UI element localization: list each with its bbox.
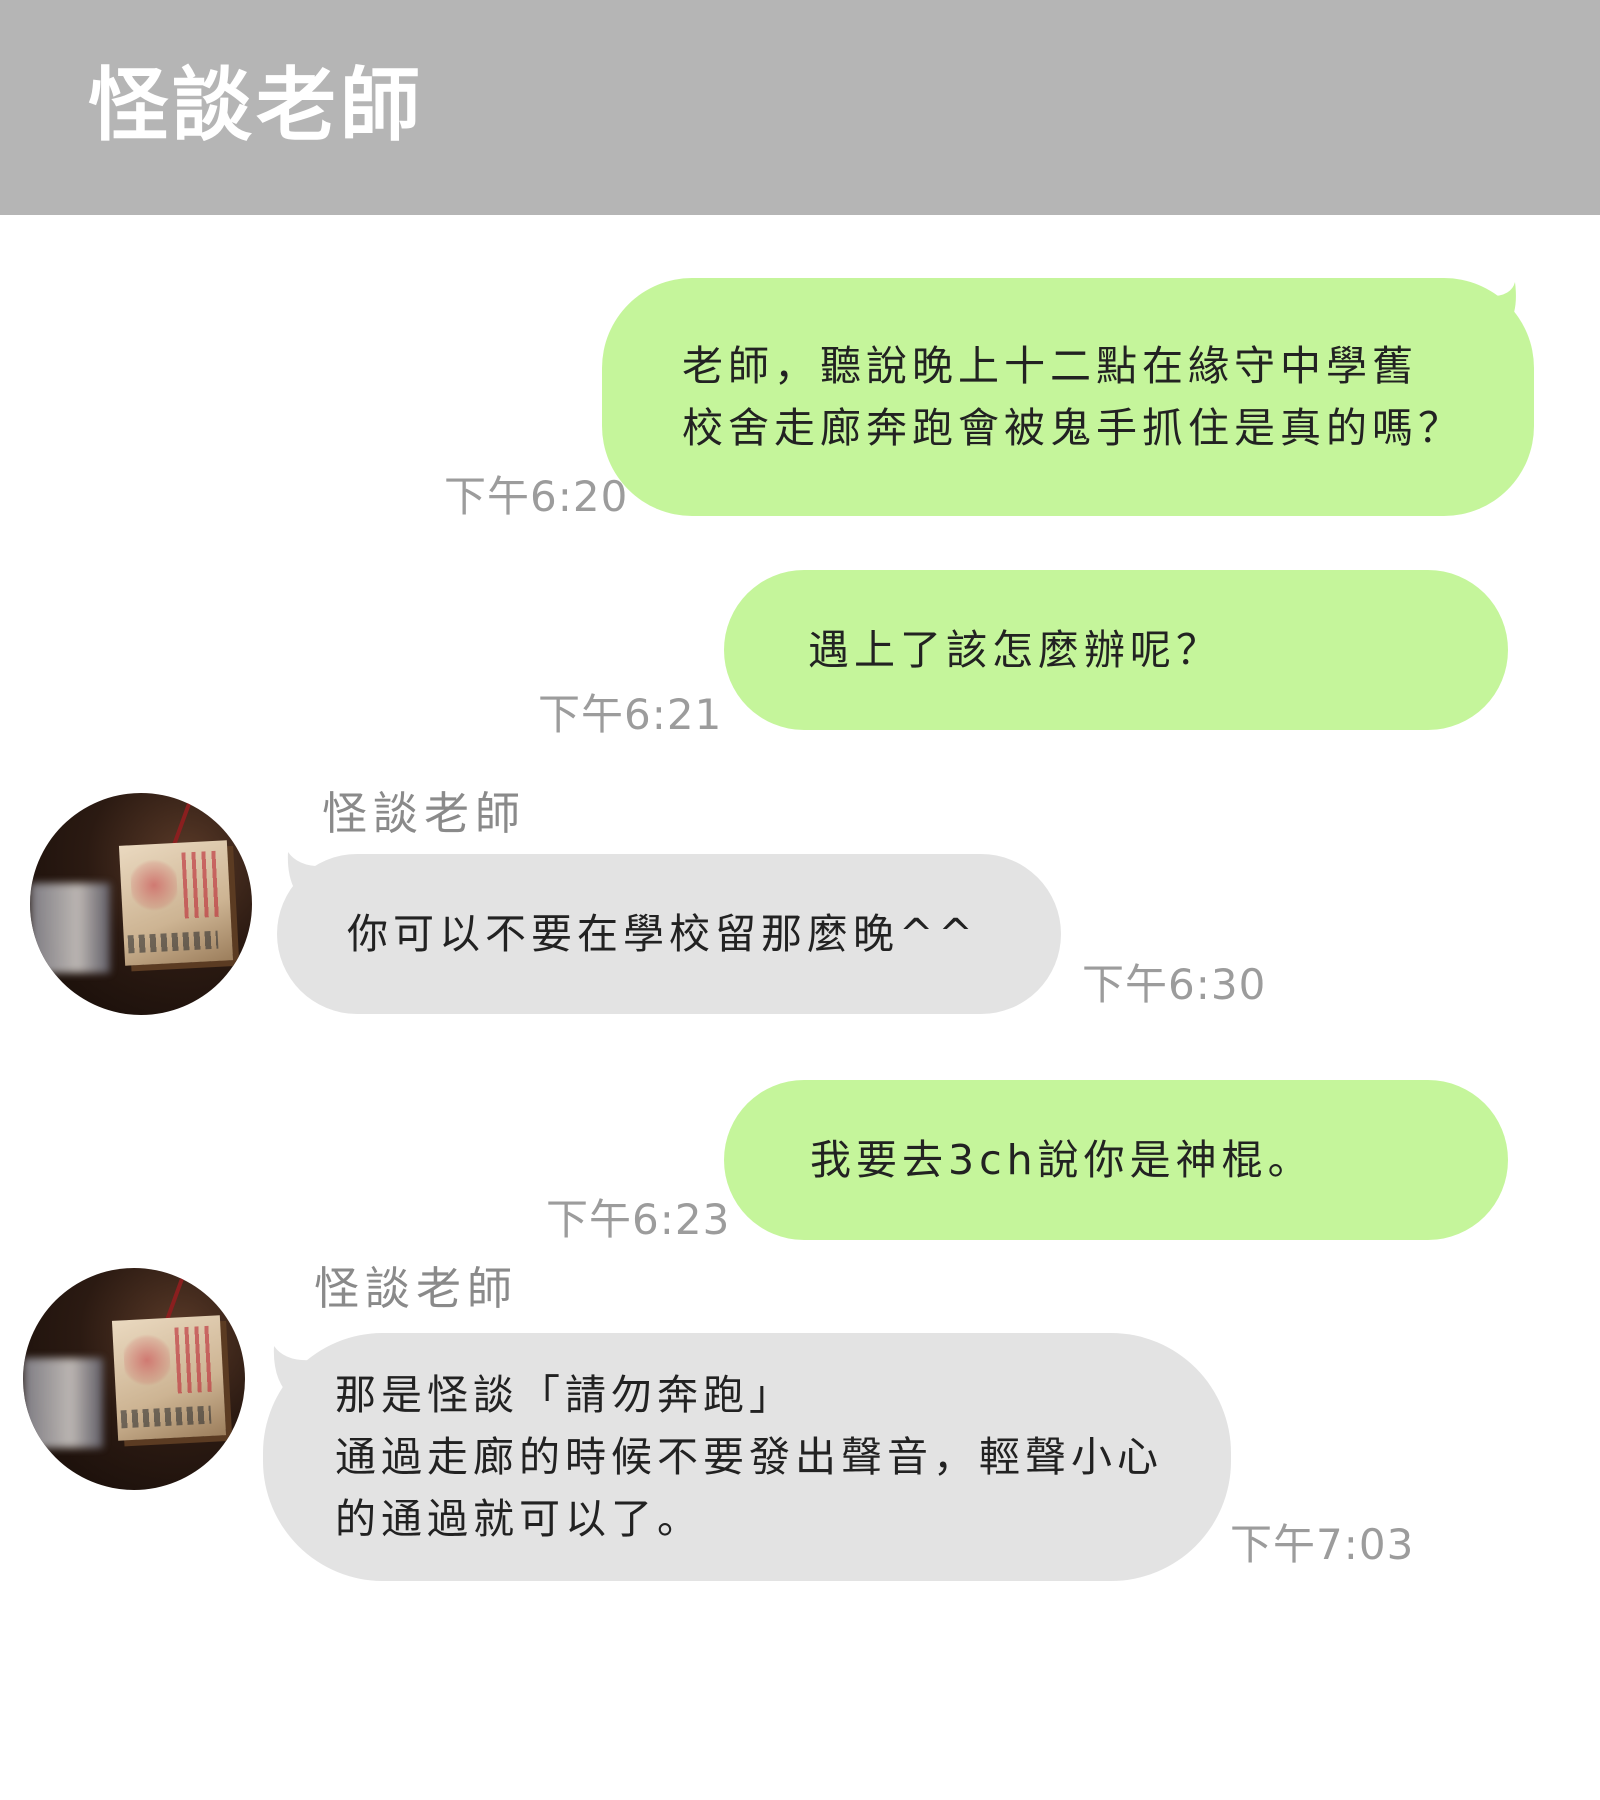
contact-avatar[interactable]	[30, 793, 252, 1015]
message-text: 老師，聽說晚上十二點在緣守中學舊 校舍走廊奔跑會被鬼手抓住是真的嗎？	[682, 342, 1464, 452]
bubble-tail	[287, 852, 342, 908]
sender-name: 怪談老師	[314, 1262, 519, 1315]
message-text: 遇上了該怎麼辦呢？	[808, 626, 1222, 674]
message-timestamp: 下午7:03	[1230, 1520, 1415, 1569]
bubble-tail	[1470, 282, 1516, 334]
bubble-tail	[273, 1346, 328, 1402]
message-bubble-outgoing[interactable]: 遇上了該怎麼辦呢？	[724, 570, 1508, 730]
sender-name: 怪談老師	[322, 787, 527, 840]
contact-avatar[interactable]	[23, 1268, 245, 1490]
message-text: 那是怪談「請勿奔跑」 通過走廊的時候不要發出聲音，輕聲小心 的通過就可以了。	[335, 1371, 1163, 1543]
message-timestamp: 下午6:23	[546, 1195, 731, 1244]
message-bubble-outgoing[interactable]: 老師，聽說晚上十二點在緣守中學舊 校舍走廊奔跑會被鬼手抓住是真的嗎？	[602, 278, 1534, 516]
message-timestamp: 下午6:20	[444, 472, 629, 521]
message-bubble-incoming[interactable]: 那是怪談「請勿奔跑」 通過走廊的時候不要發出聲音，輕聲小心 的通過就可以了。	[263, 1333, 1231, 1581]
message-timestamp: 下午6:21	[538, 690, 723, 739]
chat-header: 怪談老師	[0, 0, 1600, 215]
message-bubble-incoming[interactable]: 你可以不要在學校留那麼晚^^	[277, 854, 1061, 1014]
message-bubble-outgoing[interactable]: 我要去3ch說你是神棍。	[724, 1080, 1508, 1240]
message-text: 你可以不要在學校留那麼晚^^	[347, 910, 978, 958]
message-text: 我要去3ch說你是神棍。	[810, 1136, 1314, 1184]
chat-title: 怪談老師	[88, 59, 424, 152]
message-timestamp: 下午6:30	[1082, 960, 1267, 1009]
